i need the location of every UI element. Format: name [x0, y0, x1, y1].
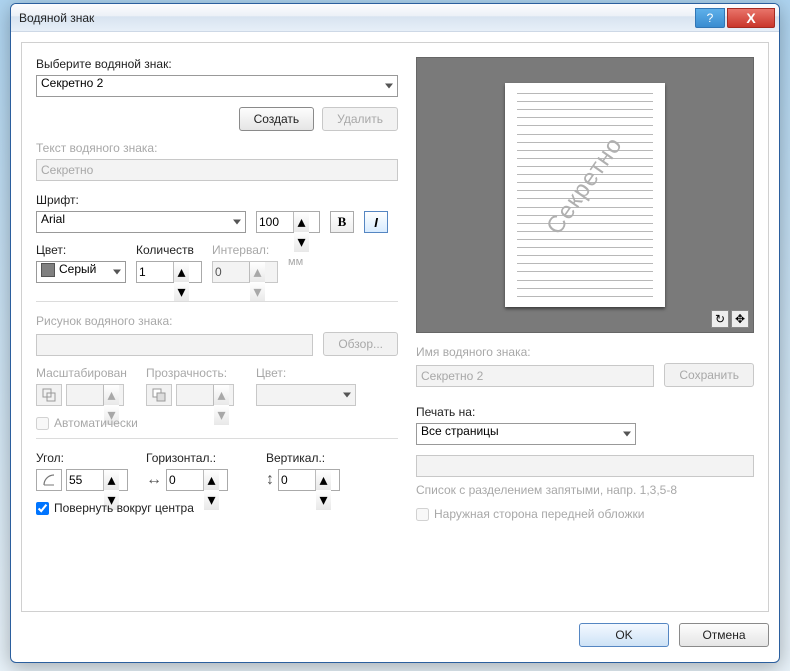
interval-label: Интервал: [212, 243, 278, 257]
spin-down-icon: ▾ [250, 282, 265, 302]
ok-button[interactable]: OK [579, 623, 669, 647]
angle-input[interactable] [67, 471, 103, 489]
font-select[interactable]: Arial [36, 211, 246, 233]
color-select[interactable]: Серый [36, 261, 126, 283]
count-input[interactable] [137, 263, 173, 281]
interval-spinner: ▴▾ [212, 261, 278, 283]
select-watermark-label: Выберите водяной знак: [36, 57, 398, 71]
color-label: Цвет: [36, 243, 126, 257]
print-select[interactable]: Все страницы [416, 423, 636, 445]
scale-input [67, 386, 103, 404]
interval-unit: мм [288, 256, 303, 271]
preview-page: Секретно [505, 83, 665, 307]
watermark-text-label: Текст водяного знака: [36, 141, 398, 155]
front-cover-checkbox: Наружная сторона передней обложки [416, 507, 754, 521]
preview-pane: Секретно ↻ ✥ [416, 57, 754, 333]
save-button: Сохранить [664, 363, 754, 387]
print-select-value: Все страницы [421, 424, 499, 438]
pages-hint: Список с разделением запятыми, напр. 1,3… [416, 483, 754, 497]
count-label: Количеств [136, 243, 202, 257]
angle-icon [36, 469, 62, 491]
scale-icon [36, 384, 62, 406]
rotate-center-checkbox[interactable]: Повернуть вокруг центра [36, 501, 398, 515]
vert-label: Вертикал.: [266, 451, 376, 465]
horiz-arrow-icon: ↔ [146, 471, 162, 489]
transparency-label: Прозрачность: [146, 366, 246, 380]
rotate-preview-icon[interactable]: ↻ [711, 310, 729, 328]
font-select-value: Arial [41, 212, 65, 226]
spin-up-icon[interactable]: ▴ [104, 470, 119, 490]
color-swatch-icon [41, 263, 55, 277]
divider [36, 438, 398, 439]
delete-button: Удалить [322, 107, 398, 131]
image-path-input [36, 334, 313, 356]
dialog-footer: OK Отмена [21, 618, 769, 652]
auto-checkbox: Автоматически [36, 416, 398, 430]
print-label: Печать на: [416, 405, 754, 419]
watermark-select[interactable]: Секретно 2 [36, 75, 398, 97]
angle-spinner[interactable]: ▴▾ [66, 469, 128, 491]
spin-up-icon: ▴ [250, 262, 265, 282]
transparency-spinner: ▴▾ [176, 384, 234, 406]
italic-button[interactable]: I [364, 211, 388, 233]
img-color-label: Цвет: [256, 366, 356, 380]
font-size-input[interactable] [257, 213, 293, 231]
titlebar: Водяной знак ? X [11, 4, 779, 32]
spin-up-icon[interactable]: ▴ [204, 470, 219, 490]
create-button[interactable]: Создать [239, 107, 315, 131]
close-button[interactable]: X [727, 8, 775, 28]
divider [36, 301, 398, 302]
spin-up-icon[interactable]: ▴ [294, 212, 309, 232]
spin-down-icon[interactable]: ▾ [174, 282, 189, 302]
color-value: Серый [59, 262, 96, 276]
auto-label: Автоматически [54, 416, 138, 430]
transparency-icon [146, 384, 172, 406]
horiz-spinner[interactable]: ▴▾ [166, 469, 228, 491]
front-cover-label: Наружная сторона передней обложки [434, 507, 644, 521]
dialog-window: Водяной знак ? X Выберите водяной знак: … [10, 3, 780, 663]
transparency-input [177, 386, 213, 404]
font-label: Шрифт: [36, 193, 398, 207]
cancel-button[interactable]: Отмена [679, 623, 769, 647]
interval-input [213, 263, 249, 281]
pages-input [416, 455, 754, 477]
scale-spinner: ▴▾ [66, 384, 124, 406]
vert-spinner[interactable]: ▴▾ [278, 469, 340, 491]
spin-up-icon[interactable]: ▴ [316, 470, 331, 490]
scale-label: Масштабирован [36, 366, 136, 380]
dialog-content: Выберите водяной знак: Секретно 2 Создат… [21, 42, 769, 612]
help-button[interactable]: ? [695, 8, 725, 28]
img-color-select [256, 384, 356, 406]
horiz-input[interactable] [167, 471, 203, 489]
window-title: Водяной знак [19, 11, 695, 25]
vert-arrow-icon: ↕ [266, 471, 274, 489]
watermark-text-input: Секретно [36, 159, 398, 181]
browse-button: Обзор... [323, 332, 398, 356]
name-label: Имя водяного знака: [416, 345, 754, 359]
name-input: Секретно 2 [416, 365, 654, 387]
horiz-label: Горизонтал.: [146, 451, 256, 465]
move-preview-icon[interactable]: ✥ [731, 310, 749, 328]
angle-label: Угол: [36, 451, 136, 465]
watermark-select-value: Секретно 2 [41, 76, 103, 90]
spin-up-icon[interactable]: ▴ [174, 262, 189, 282]
bold-button[interactable]: B [330, 211, 354, 233]
font-size-spinner[interactable]: ▴▾ [256, 211, 320, 233]
count-spinner[interactable]: ▴▾ [136, 261, 202, 283]
vert-input[interactable] [279, 471, 315, 489]
rotate-center-label: Повернуть вокруг центра [54, 501, 194, 515]
image-label: Рисунок водяного знака: [36, 314, 398, 328]
